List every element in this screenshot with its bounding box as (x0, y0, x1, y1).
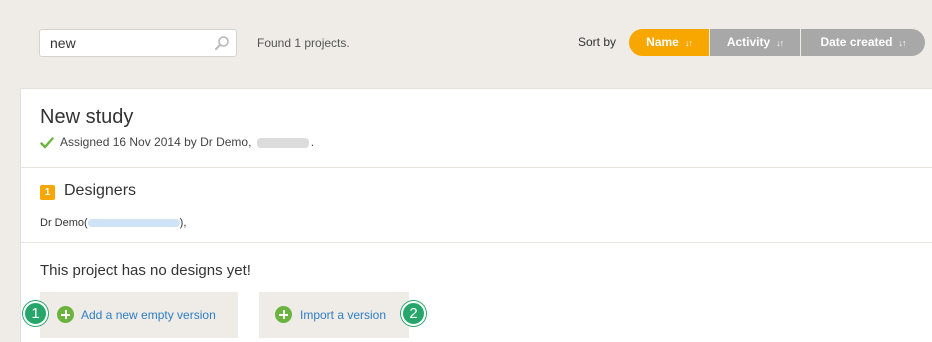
redacted-name (256, 137, 309, 148)
sort-arrows-icon: ↓↑ (684, 38, 693, 48)
divider (21, 242, 932, 243)
import-version-label: Import a version (300, 308, 387, 322)
import-version-button[interactable]: Import a version (259, 292, 409, 338)
sort-option-label: Date created (820, 35, 893, 49)
plus-circle-icon (275, 306, 292, 323)
project-card: New study Assigned 16 Nov 2014 by Dr Dem… (20, 88, 932, 342)
step-marker-2: 2 (401, 301, 426, 326)
results-count: Found 1 projects. (257, 36, 350, 50)
sort-arrows-icon: ↓↑ (776, 38, 784, 48)
sort-by-name-button[interactable]: Name ↓↑ (629, 29, 709, 56)
designer-entry-suffix: ), (179, 217, 187, 229)
sort-arrows-icon: ↓↑ (898, 38, 907, 48)
designer-entry: Dr Demo(), (40, 217, 186, 229)
checkmark-icon (40, 137, 54, 149)
designer-name: Dr Demo( (40, 217, 88, 229)
assigned-text: Assigned 16 Nov 2014 by Dr Demo, (60, 135, 252, 149)
redacted-email (87, 219, 180, 228)
divider (21, 167, 932, 168)
empty-designs-message: This project has no designs yet! (40, 262, 251, 279)
search-input[interactable] (50, 35, 210, 51)
assigned-suffix: . (310, 135, 315, 149)
sort-by-date-created-button[interactable]: Date created ↓↑ (801, 29, 925, 56)
sort-option-label: Name (646, 35, 679, 49)
sort-option-label: Activity (726, 35, 771, 49)
search-icon[interactable] (214, 35, 230, 51)
sort-by-activity-button[interactable]: Activity ↓↑ (710, 29, 800, 56)
designers-count-badge: 1 (40, 185, 55, 200)
assigned-info: Assigned 16 Nov 2014 by Dr Demo, . (60, 135, 314, 149)
search-box[interactable] (39, 29, 237, 57)
project-title[interactable]: New study (40, 106, 133, 129)
step-marker-1: 1 (23, 301, 48, 326)
sort-label: Sort by (578, 35, 617, 49)
add-empty-version-label: Add a new empty version (81, 308, 216, 322)
add-empty-version-button[interactable]: Add a new empty version (40, 292, 238, 338)
designers-heading: Designers (64, 182, 137, 199)
plus-circle-icon (57, 306, 74, 323)
